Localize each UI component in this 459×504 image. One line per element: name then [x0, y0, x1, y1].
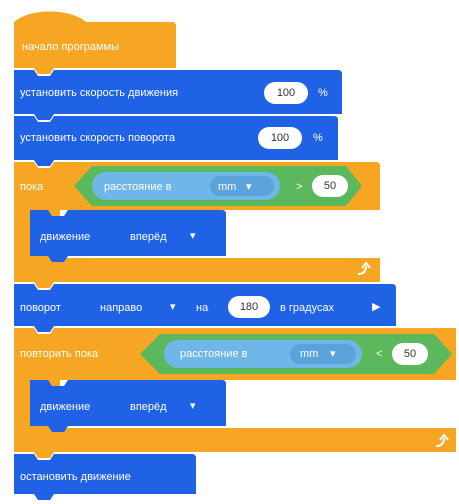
chevron-down-icon[interactable]: ▾ [246, 180, 252, 194]
code-canvas [14, 11, 456, 500]
repeat-value-input[interactable]: 50 [392, 343, 428, 365]
set-turn-speed-label: установить скорость поворота [20, 132, 175, 144]
repeat-operator: < [376, 348, 383, 360]
chevron-down-icon[interactable]: ▾ [170, 300, 176, 314]
stop-label: остановить движение [20, 471, 131, 483]
turn-on-label: на [196, 302, 209, 314]
while-sensor-label: расстояние в [104, 181, 172, 193]
turn-unit[interactable]: в градусах [280, 301, 334, 315]
turn-direction[interactable]: направо [100, 301, 142, 315]
set-speed-value-input[interactable]: 100 [264, 82, 308, 104]
play-triangle-icon[interactable]: ▶ [372, 300, 380, 314]
while-value-input[interactable]: 50 [312, 175, 348, 197]
turn-label: поворот [20, 302, 61, 314]
move-label-1: движение [40, 231, 91, 243]
set-turn-speed-unit: % [313, 132, 323, 144]
chevron-down-icon[interactable]: ▾ [190, 229, 196, 243]
while-sensor-unit[interactable]: mm [218, 180, 236, 194]
chevron-down-icon[interactable]: ▾ [330, 347, 336, 361]
move-label-2: движение [40, 401, 91, 413]
while-operator: > [296, 181, 303, 193]
chevron-down-icon[interactable]: ▾ [190, 399, 196, 413]
repeat-until-label: повторить пока [20, 348, 99, 360]
turn-value-input[interactable]: 180 [228, 296, 270, 318]
set-speed-label: установить скорость движения [20, 87, 179, 99]
start-label: начало программы [22, 41, 119, 53]
set-speed-unit: % [318, 87, 328, 99]
move-direction-2[interactable]: вперёд [130, 400, 167, 414]
set-turn-speed-value-input[interactable]: 100 [258, 127, 302, 149]
move-direction-1[interactable]: вперёд [130, 230, 167, 244]
repeat-sensor-label: расстояние в [180, 348, 248, 360]
while-label: пока [20, 181, 44, 193]
repeat-sensor-unit[interactable]: mm [300, 347, 318, 361]
